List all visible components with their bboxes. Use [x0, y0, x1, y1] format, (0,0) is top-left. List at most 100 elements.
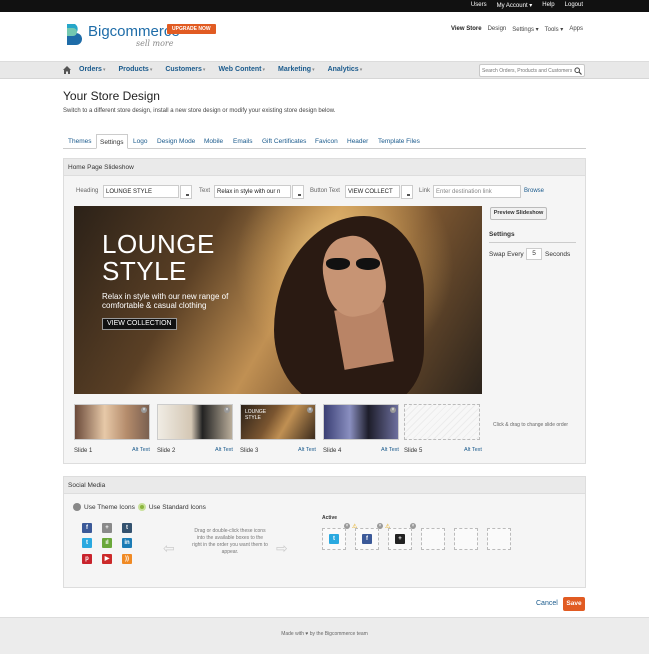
tab-settings[interactable]: Settings [96, 134, 128, 149]
page-subtitle: Switch to a different store design, inst… [63, 108, 336, 114]
footer: Made with ♥ by the Bigcommerce team [0, 617, 649, 654]
button-text-label: Button Text [310, 188, 340, 194]
tab-template-files[interactable]: Template Files [375, 134, 423, 149]
alt-text-link-3[interactable]: Alt Text [298, 447, 316, 453]
search-input[interactable] [482, 66, 572, 76]
tab-header[interactable]: Header [344, 134, 371, 149]
slide-label-2: Slide 2 [157, 448, 176, 454]
twitter-icon[interactable]: t [329, 534, 339, 544]
tab-themes[interactable]: Themes [65, 134, 94, 149]
theme-icons-radio[interactable] [73, 503, 81, 511]
text-style-button[interactable] [292, 185, 304, 199]
alt-text-link-4[interactable]: Alt Text [381, 447, 399, 453]
apps-link[interactable]: Apps [569, 26, 583, 33]
linkedin-icon[interactable]: in [122, 538, 132, 548]
icon-style-options: Use Theme Icons Use Standard Icons [73, 503, 206, 511]
swap-every-label: Swap Every [489, 251, 524, 258]
design-link[interactable]: Design [488, 26, 507, 33]
facebook-icon[interactable]: f [82, 523, 92, 533]
active-slot-3[interactable]: + [388, 528, 412, 550]
text-label: Text [199, 188, 211, 194]
tab-mobile[interactable]: Mobile [201, 134, 226, 149]
swap-seconds-input[interactable]: 5 [526, 248, 542, 260]
browse-link[interactable]: Browse [524, 188, 544, 194]
cancel-button[interactable]: Cancel [536, 600, 558, 607]
tab-gift-certificates[interactable]: Gift Certificates [259, 134, 309, 149]
home-icon[interactable] [63, 66, 71, 74]
twitter-icon[interactable]: t [82, 538, 92, 548]
tab-logo[interactable]: Logo [130, 134, 150, 149]
nav-marketing[interactable]: Marketing▾ [278, 66, 315, 73]
settings-menu[interactable]: Settings ▾ [512, 26, 538, 33]
tumblr-icon[interactable]: t [122, 523, 132, 533]
alt-text-link-1[interactable]: Alt Text [132, 447, 150, 453]
active-slot-6[interactable] [487, 528, 511, 550]
slide-thumbnail-4[interactable]: × [323, 404, 399, 440]
social-media-header: Social Media [64, 477, 585, 494]
utility-nav: View Store Design Settings ▾ Tools ▾ App… [451, 26, 583, 33]
heading-label: Heading [76, 188, 99, 194]
slide-thumbnail-2[interactable]: × [157, 404, 233, 440]
active-slot-2[interactable]: f [355, 528, 379, 550]
preview-slideshow-button[interactable]: Preview Slideshow [490, 207, 547, 220]
youtube-icon[interactable]: ▶ [102, 554, 112, 564]
theme-icons-label: Use Theme Icons [84, 503, 135, 511]
rss-icon[interactable]: )) [122, 554, 132, 564]
remove-slide-icon[interactable]: × [390, 407, 396, 413]
help-link[interactable]: Help [542, 2, 554, 9]
remove-slide-icon[interactable]: × [224, 407, 230, 413]
hero-button[interactable]: VIEW COLLECTION [102, 318, 177, 330]
search-icon[interactable] [574, 67, 582, 75]
alt-text-link-5[interactable]: Alt Text [464, 447, 482, 453]
button-text-input[interactable]: VIEW COLLECT [345, 185, 400, 198]
active-slot-1[interactable]: t [322, 528, 346, 550]
slide-label-4: Slide 4 [323, 448, 342, 454]
heading-input[interactable]: LOUNGE STYLE [103, 185, 179, 198]
upgrade-badge[interactable]: UPGRADE NOW [167, 24, 216, 34]
analytics-icon[interactable]: ıl [102, 538, 112, 548]
search-box [479, 64, 585, 77]
logout-link[interactable]: Logout [565, 2, 583, 9]
page-title: Your Store Design [63, 89, 160, 103]
nav-analytics[interactable]: Analytics▾ [328, 66, 363, 73]
my-account-link[interactable]: My Account ▾ [497, 2, 533, 9]
active-slot-4[interactable] [421, 528, 445, 550]
users-link[interactable]: Users [471, 2, 487, 9]
facebook-icon[interactable]: f [362, 534, 372, 544]
arrow-right-icon: ⇨ [276, 540, 288, 556]
nav-customers[interactable]: Customers▾ [165, 66, 205, 73]
text-input[interactable]: Relax in style with our n [214, 185, 291, 198]
tools-menu[interactable]: Tools ▾ [545, 26, 564, 33]
remove-slide-icon[interactable]: × [141, 407, 147, 413]
arrow-left-icon: ⇦ [163, 540, 175, 556]
slide-thumbnail-5[interactable] [404, 404, 480, 440]
tab-design-mode[interactable]: Design Mode [154, 134, 198, 149]
tab-favicon[interactable]: Favicon [312, 134, 341, 149]
pinterest-icon[interactable]: p [82, 554, 92, 564]
google-plus-icon[interactable]: + [102, 523, 112, 533]
heading-style-button[interactable] [180, 185, 192, 199]
button-style-button[interactable] [401, 185, 413, 199]
active-slot-5[interactable] [454, 528, 478, 550]
nav-products[interactable]: Products▾ [118, 66, 152, 73]
settings-divider [489, 242, 576, 243]
slide-thumbnail-3[interactable]: LOUNGE STYLE × [240, 404, 316, 440]
hero-text: Relax in style with our new range of com… [102, 292, 229, 310]
main-nav: Orders▾ Products▾ Customers▾ Web Content… [0, 61, 649, 79]
tab-emails[interactable]: Emails [230, 134, 256, 149]
remove-slide-icon[interactable]: × [307, 407, 313, 413]
settings-heading: Settings [489, 231, 515, 238]
hero-title: LOUNGE STYLE [102, 229, 215, 286]
nav-web-content[interactable]: Web Content▾ [218, 66, 265, 73]
alt-text-link-2[interactable]: Alt Text [215, 447, 233, 453]
seconds-label: Seconds [545, 251, 571, 258]
standard-icons-radio[interactable] [137, 503, 146, 511]
slide-label-1: Slide 1 [74, 448, 93, 454]
view-store-link[interactable]: View Store [451, 26, 482, 33]
logo-mark-icon [67, 24, 82, 45]
plus-icon[interactable]: + [395, 534, 405, 544]
save-button[interactable]: Save [563, 597, 585, 611]
slide-thumbnail-1[interactable]: × [74, 404, 150, 440]
nav-orders[interactable]: Orders▾ [79, 66, 105, 73]
link-input[interactable]: Enter destination link [433, 185, 521, 198]
